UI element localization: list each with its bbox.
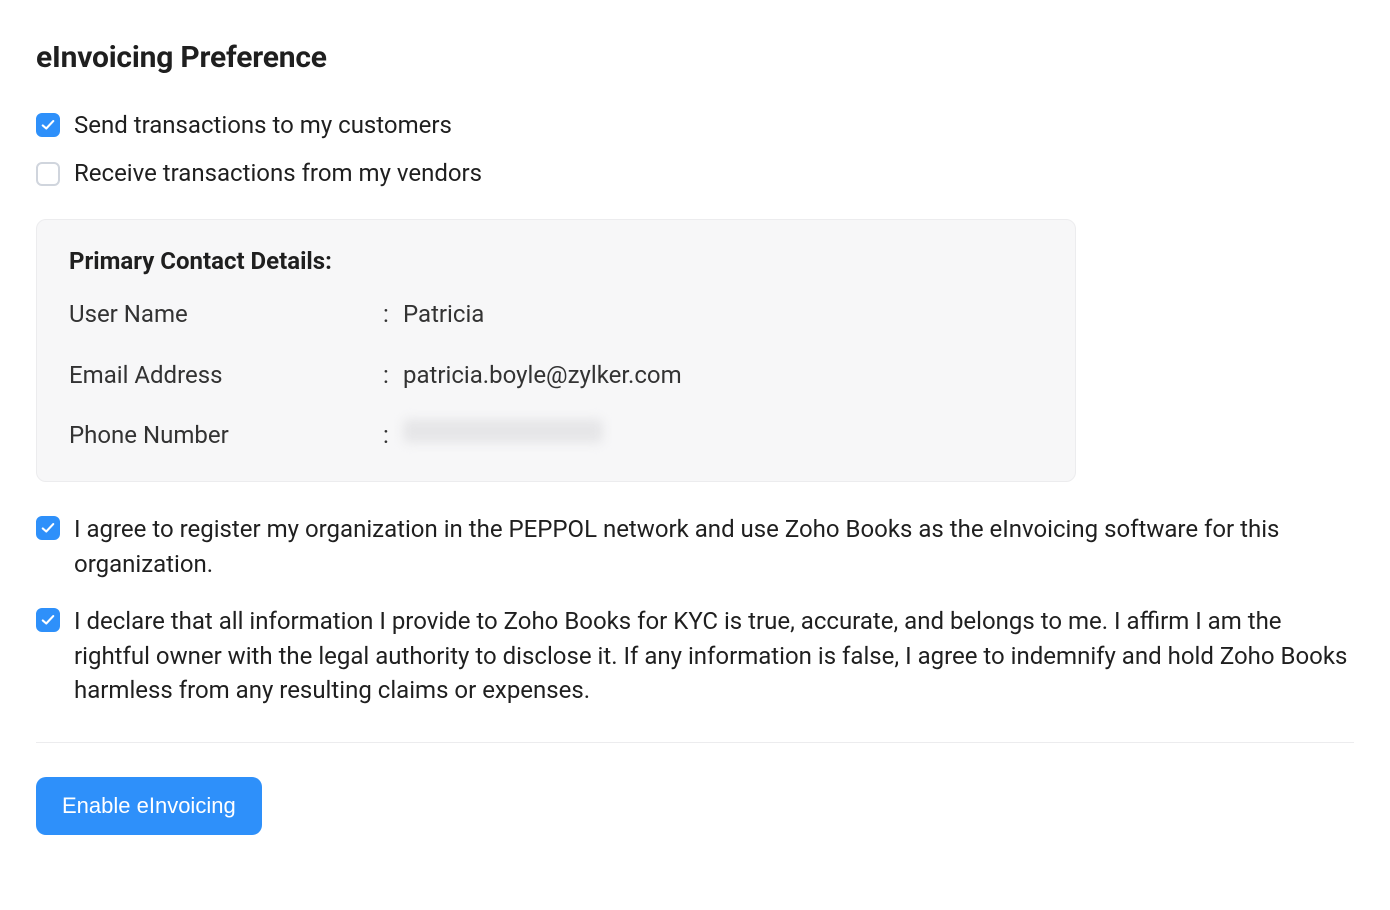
agreements: I agree to register my organization in t… — [36, 512, 1354, 708]
enable-einvoicing-button[interactable]: Enable eInvoicing — [36, 777, 262, 835]
kyc-text[interactable]: I declare that all information I provide… — [74, 604, 1354, 708]
username-value: Patricia — [403, 297, 484, 332]
receive-label[interactable]: Receive transactions from my vendors — [74, 156, 482, 191]
phone-value — [403, 418, 603, 453]
separator: : — [383, 297, 403, 332]
separator: : — [383, 418, 403, 453]
email-label: Email Address — [69, 358, 383, 393]
agreement-kyc-row: I declare that all information I provide… — [36, 604, 1354, 708]
footer: Enable eInvoicing — [36, 742, 1354, 835]
page-title: eInvoicing Preference — [36, 36, 1354, 80]
check-icon — [41, 613, 55, 627]
option-receive-row: Receive transactions from my vendors — [36, 156, 1354, 191]
option-send-row: Send transactions to my customers — [36, 108, 1354, 143]
agreement-peppol-row: I agree to register my organization in t… — [36, 512, 1354, 582]
contact-row-username: User Name : Patricia — [69, 297, 1043, 332]
send-checkbox[interactable] — [36, 113, 60, 137]
receive-checkbox[interactable] — [36, 162, 60, 186]
peppol-text[interactable]: I agree to register my organization in t… — [74, 512, 1354, 582]
check-icon — [41, 521, 55, 535]
contact-row-email: Email Address : patricia.boyle@zylker.co… — [69, 358, 1043, 393]
kyc-checkbox[interactable] — [36, 608, 60, 632]
email-value: patricia.boyle@zylker.com — [403, 358, 682, 393]
contact-heading: Primary Contact Details: — [69, 244, 1043, 279]
redacted-phone — [403, 419, 603, 443]
peppol-checkbox[interactable] — [36, 516, 60, 540]
send-label[interactable]: Send transactions to my customers — [74, 108, 452, 143]
check-icon — [41, 118, 55, 132]
primary-contact-card: Primary Contact Details: User Name : Pat… — [36, 219, 1076, 482]
phone-label: Phone Number — [69, 418, 383, 453]
contact-row-phone: Phone Number : — [69, 418, 1043, 453]
username-label: User Name — [69, 297, 383, 332]
separator: : — [383, 358, 403, 393]
